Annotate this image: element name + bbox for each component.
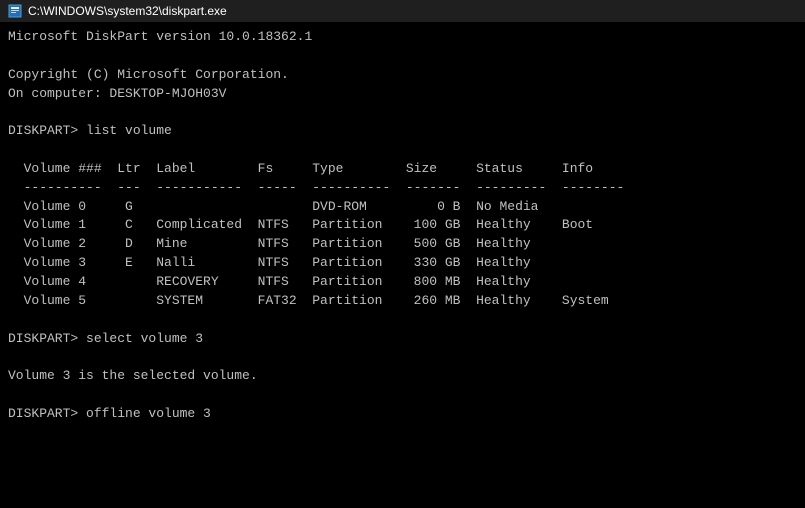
terminal-line: Volume ### Ltr Label Fs Type Size Status… — [8, 160, 797, 179]
terminal-line — [8, 386, 797, 405]
terminal-line: DISKPART> offline volume 3 — [8, 405, 797, 424]
terminal-line — [8, 348, 797, 367]
terminal-line — [8, 311, 797, 330]
terminal-line: Volume 5 SYSTEM FAT32 Partition 260 MB H… — [8, 292, 797, 311]
terminal-line: Volume 0 G DVD-ROM 0 B No Media — [8, 198, 797, 217]
terminal-line — [8, 141, 797, 160]
terminal-line: Volume 1 C Complicated NTFS Partition 10… — [8, 216, 797, 235]
terminal-line: Volume 3 is the selected volume. — [8, 367, 797, 386]
terminal-line — [8, 47, 797, 66]
terminal-line: Copyright (C) Microsoft Corporation. — [8, 66, 797, 85]
title-bar: C:\WINDOWS\system32\diskpart.exe — [0, 0, 805, 22]
terminal-line: On computer: DESKTOP-MJOH03V — [8, 85, 797, 104]
window-icon — [8, 4, 22, 18]
terminal-line: Volume 3 E Nalli NTFS Partition 330 GB H… — [8, 254, 797, 273]
terminal-line: Microsoft DiskPart version 10.0.18362.1 — [8, 28, 797, 47]
terminal-window[interactable]: Microsoft DiskPart version 10.0.18362.1 C… — [0, 22, 805, 508]
terminal-line: DISKPART> list volume — [8, 122, 797, 141]
terminal-line: Volume 2 D Mine NTFS Partition 500 GB He… — [8, 235, 797, 254]
terminal-line: ---------- --- ----------- ----- -------… — [8, 179, 797, 198]
terminal-line — [8, 103, 797, 122]
title-text: C:\WINDOWS\system32\diskpart.exe — [28, 4, 227, 18]
terminal-line: DISKPART> select volume 3 — [8, 330, 797, 349]
terminal-line: Volume 4 RECOVERY NTFS Partition 800 MB … — [8, 273, 797, 292]
